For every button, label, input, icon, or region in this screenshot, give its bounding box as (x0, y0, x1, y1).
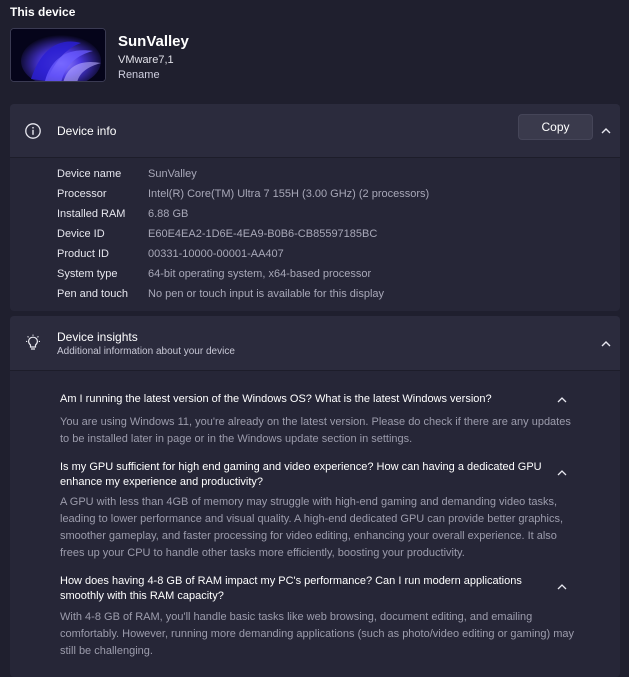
info-value: SunValley (148, 168, 197, 180)
info-label: Device ID (57, 228, 105, 240)
device-insights-card: Device insights Additional information a… (10, 316, 620, 677)
faq-answer: With 4-8 GB of RAM, you'll handle basic … (60, 611, 575, 657)
section-title: This device (10, 5, 76, 19)
faq-answer: You are using Windows 11, you're already… (60, 416, 571, 445)
info-value: 6.88 GB (148, 208, 189, 220)
device-model: VMware7,1 (118, 54, 174, 66)
device-wallpaper-thumbnail (10, 28, 106, 82)
info-label: Pen and touch (57, 288, 128, 300)
device-name-heading: SunValley (118, 33, 189, 50)
info-label: Installed RAM (57, 208, 126, 220)
faq-question[interactable]: Is my GPU sufficient for high end gaming… (60, 460, 550, 490)
chevron-up-icon[interactable] (600, 337, 612, 349)
rename-link[interactable]: Rename (118, 69, 160, 81)
info-value: 00331-10000-00001-AA407 (148, 248, 284, 260)
chevron-up-icon[interactable] (600, 124, 612, 136)
lightbulb-icon (24, 334, 42, 352)
device-header: SunValley VMware7,1 Rename (10, 28, 610, 84)
info-value: Intel(R) Core(TM) Ultra 7 155H (3.00 GHz… (148, 188, 430, 200)
info-label: Processor (57, 188, 107, 200)
device-insights-header[interactable]: Device insights Additional information a… (10, 316, 620, 371)
device-insights-subtitle: Additional information about your device (57, 346, 235, 357)
chevron-up-icon[interactable] (556, 580, 568, 592)
chevron-up-icon[interactable] (556, 393, 568, 405)
info-value: 64-bit operating system, x64-based proce… (148, 268, 372, 280)
device-insights-title: Device insights (57, 330, 138, 344)
faq-answer: A GPU with less than 4GB of memory may s… (60, 496, 564, 559)
info-label: Product ID (57, 248, 109, 260)
chevron-up-icon[interactable] (556, 466, 568, 478)
device-info-header[interactable]: Device info Copy (10, 104, 620, 158)
copy-button[interactable]: Copy (518, 114, 593, 140)
device-info-card: Device info Copy Device name SunValley P… (10, 104, 620, 311)
info-value: E60E4EA2-1D6E-4EA9-B0B6-CB85597185BC (148, 228, 378, 240)
faq-question[interactable]: Am I running the latest version of the W… (60, 392, 550, 407)
info-value: No pen or touch input is available for t… (148, 288, 385, 300)
device-info-title: Device info (57, 124, 117, 138)
faq-question[interactable]: How does having 4-8 GB of RAM impact my … (60, 574, 550, 604)
info-label: System type (57, 268, 118, 280)
info-label: Device name (57, 168, 122, 180)
info-icon (24, 122, 42, 140)
